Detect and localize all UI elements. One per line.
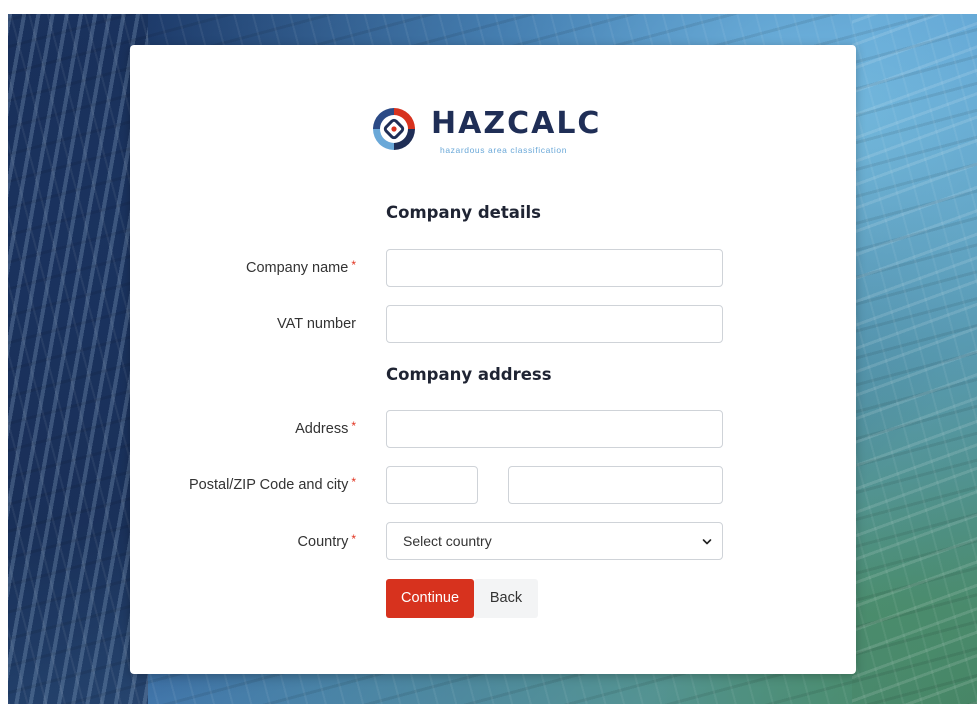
vat-number-input[interactable] (386, 305, 723, 343)
vat-number-label-text: VAT number (277, 316, 356, 332)
back-button[interactable]: Back (474, 579, 538, 618)
country-select[interactable]: Select country (386, 522, 723, 560)
brand-name: HAZCALC (431, 106, 602, 141)
brand-tagline: hazardous area classification (440, 145, 568, 155)
vat-number-label: VAT number (277, 316, 356, 332)
company-name-label-text: Company name (245, 260, 349, 276)
chevron-down-icon (702, 539, 712, 545)
country-label: Country * (297, 532, 356, 550)
required-marker: * (351, 532, 356, 546)
hazcalc-logo: HAZCALC hazardous area classification (370, 103, 630, 159)
city-input[interactable] (508, 466, 723, 504)
country-select-value: Select country (403, 533, 492, 549)
required-marker: * (351, 419, 356, 433)
continue-button[interactable]: Continue (386, 579, 474, 618)
company-name-label: Company name * (245, 258, 356, 276)
address-input[interactable] (386, 410, 723, 448)
address-label-text: Address (295, 421, 349, 437)
country-label-text: Country (297, 534, 349, 550)
required-marker: * (351, 258, 356, 272)
company-name-input[interactable] (386, 249, 723, 287)
postal-city-label-text: Postal/ZIP Code and city (189, 477, 349, 493)
postal-code-input[interactable] (386, 466, 478, 504)
hazcalc-logo-icon (373, 108, 415, 150)
section-title-company-details: Company details (386, 203, 541, 222)
registration-card: HAZCALC hazardous area classification Co… (130, 45, 856, 674)
postal-city-label: Postal/ZIP Code and city * (189, 475, 356, 493)
address-label: Address * (295, 419, 356, 437)
required-marker: * (351, 475, 356, 489)
section-title-company-address: Company address (386, 365, 552, 384)
